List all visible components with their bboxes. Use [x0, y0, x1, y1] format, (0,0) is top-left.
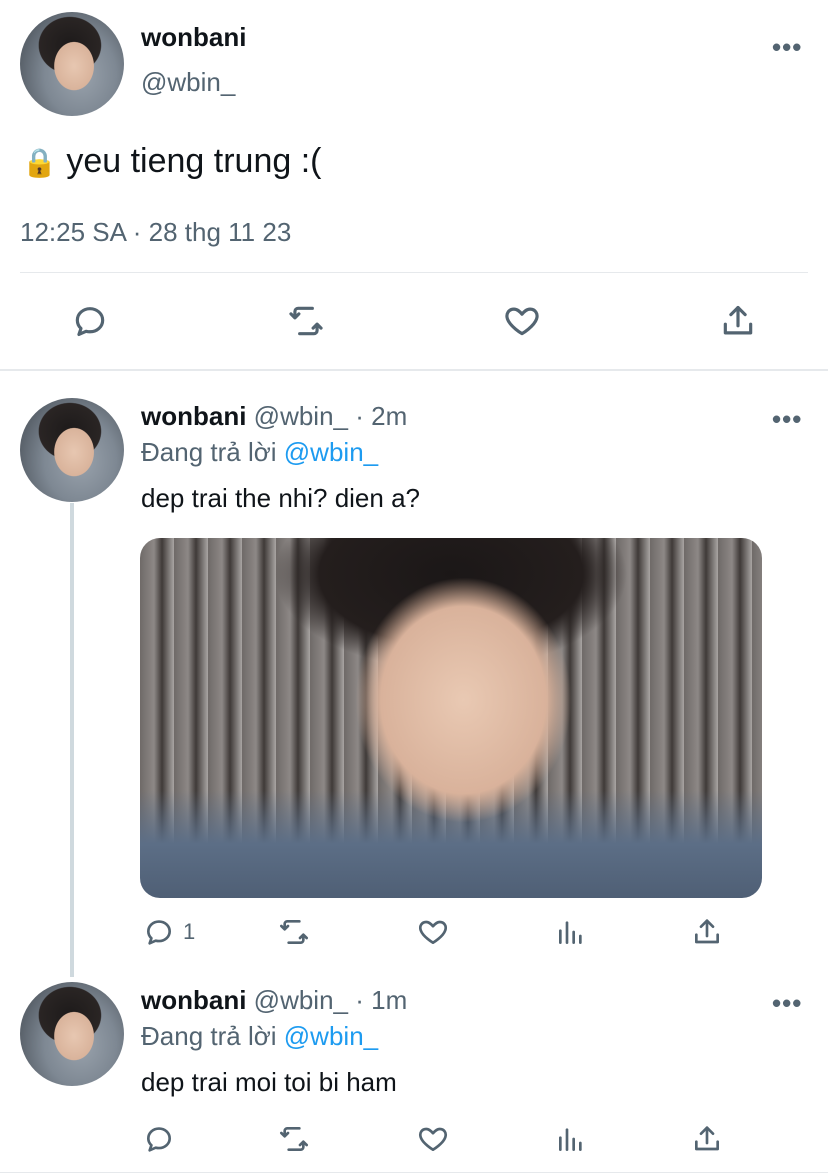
more-icon[interactable]: •••	[772, 32, 802, 63]
like-button[interactable]	[416, 1123, 450, 1155]
views-button[interactable]	[555, 1123, 587, 1155]
section-divider	[0, 369, 828, 371]
like-button[interactable]	[416, 916, 450, 948]
thread-line	[70, 503, 74, 977]
reply-text: dep trai moi toi bi ham	[141, 1067, 397, 1097]
retweet-icon	[280, 1127, 308, 1151]
reply-display-name[interactable]: wonbani	[141, 401, 246, 431]
handle[interactable]: @wbin_	[141, 67, 235, 98]
replying-to: Đang trả lời @wbin_	[141, 1021, 378, 1052]
replying-to-prefix: Đang trả lời	[141, 1021, 284, 1051]
reply-button[interactable]	[71, 302, 109, 340]
replying-to-prefix: Đang trả lời	[141, 437, 284, 467]
lock-icon: 🔒	[22, 147, 57, 178]
replying-to-link[interactable]: @wbin_	[284, 437, 378, 467]
retweet-button[interactable]	[277, 1123, 311, 1155]
reply-display-name[interactable]: wonbani	[141, 985, 246, 1015]
more-icon[interactable]: •••	[772, 404, 802, 435]
reply-photo[interactable]	[140, 538, 762, 898]
reply-icon	[147, 920, 171, 945]
share-button[interactable]	[691, 916, 723, 948]
reply-meta[interactable]: @wbin_ · 1m	[254, 985, 408, 1015]
views-icon	[559, 921, 582, 944]
heart-icon	[505, 307, 539, 336]
reply-avatar[interactable]	[20, 982, 124, 1086]
retweet-icon	[289, 306, 323, 336]
more-icon[interactable]: •••	[772, 988, 802, 1019]
retweet-button[interactable]	[286, 302, 326, 340]
reply-header: wonbani @wbin_ · 2m	[141, 401, 407, 432]
divider	[20, 272, 808, 273]
reply-count: 1	[183, 919, 196, 944]
share-icon	[695, 919, 719, 944]
share-icon	[723, 305, 753, 335]
timestamp[interactable]: 12:25 SA · 28 thg 11 23	[20, 217, 291, 248]
reply-icon	[75, 307, 105, 337]
replying-to: Đang trả lời @wbin_	[141, 437, 378, 468]
reply-button[interactable]: 1	[143, 916, 195, 948]
share-button[interactable]	[691, 1123, 723, 1155]
heart-icon	[419, 1127, 447, 1151]
replying-to-link[interactable]: @wbin_	[284, 1021, 378, 1051]
heart-icon	[419, 920, 447, 944]
display-name[interactable]: wonbani	[141, 22, 246, 53]
avatar[interactable]	[20, 12, 124, 116]
reply-button[interactable]	[143, 1123, 183, 1155]
retweet-button[interactable]	[277, 916, 311, 948]
tweet-text-content: yeu tieng trung :(	[66, 142, 322, 180]
retweet-icon	[280, 920, 308, 944]
like-button[interactable]	[502, 302, 542, 340]
views-icon	[559, 1128, 582, 1151]
share-button[interactable]	[719, 302, 757, 340]
tweet-text: 🔒 yeu tieng trung :(	[22, 142, 321, 181]
share-icon	[695, 1126, 719, 1151]
reply-text: dep trai the nhi? dien a?	[141, 483, 420, 513]
views-button[interactable]	[555, 916, 587, 948]
reply-icon	[147, 1127, 171, 1152]
reply-meta[interactable]: @wbin_ · 2m	[254, 401, 408, 431]
reply-header: wonbani @wbin_ · 1m	[141, 985, 407, 1016]
reply-avatar[interactable]	[20, 398, 124, 502]
bottom-divider	[0, 1172, 828, 1173]
